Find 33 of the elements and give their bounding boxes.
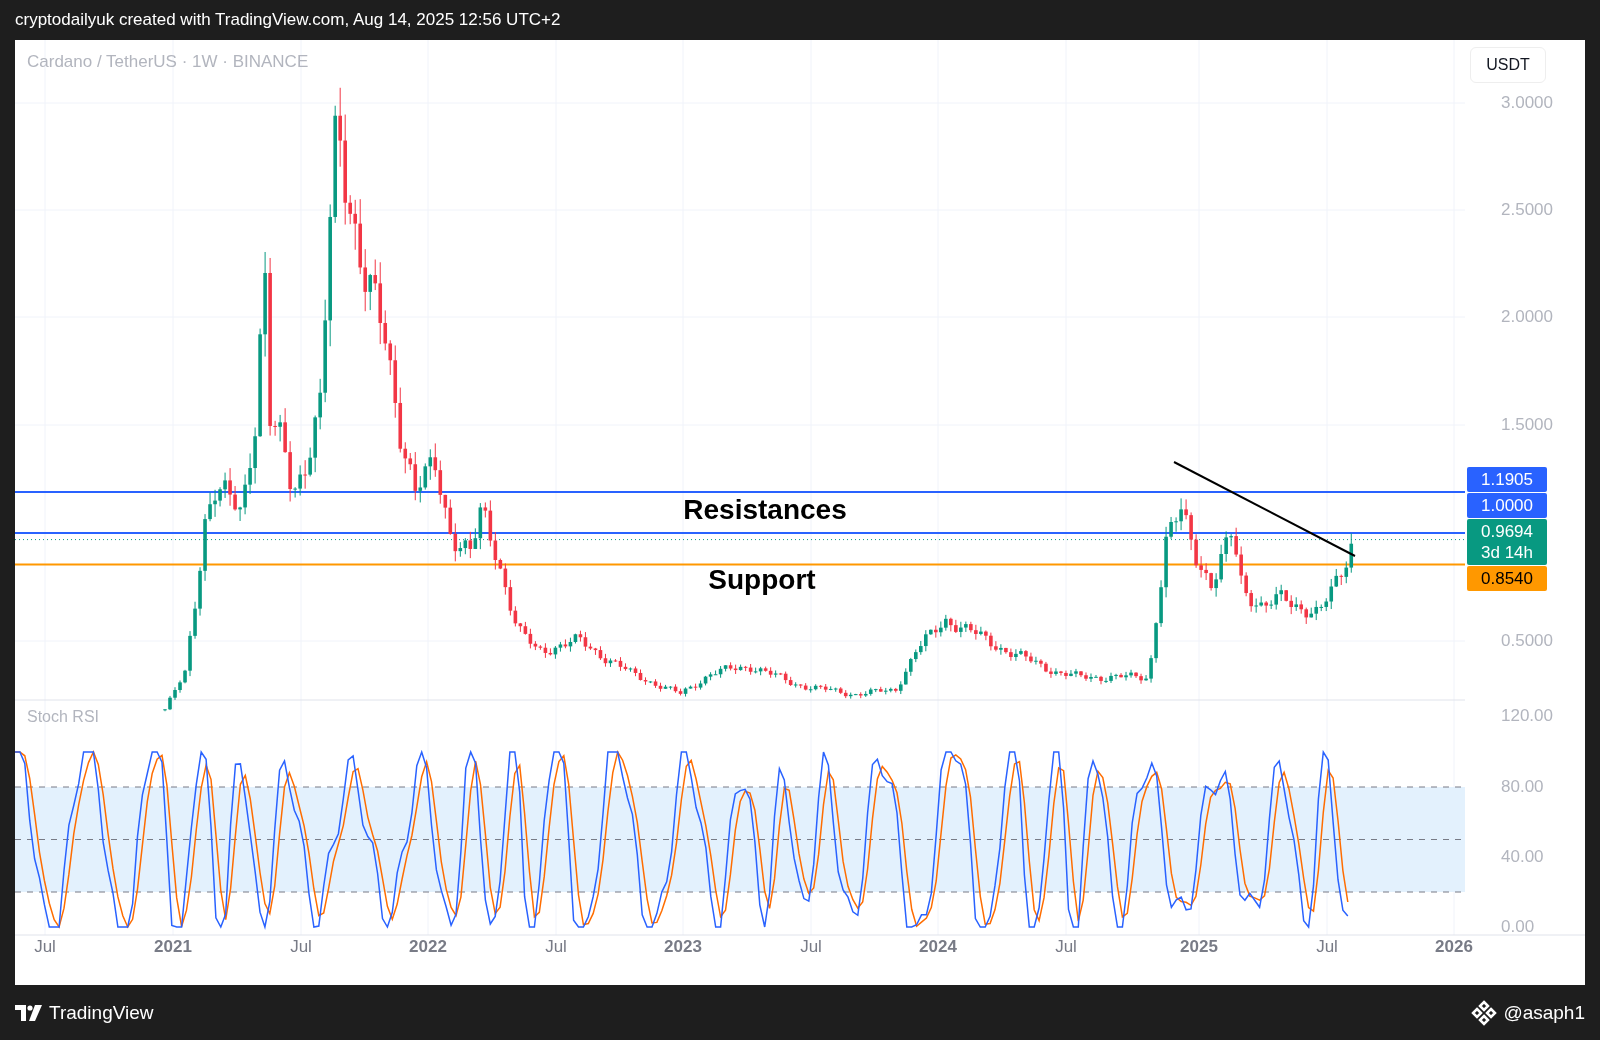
indicator-name: Stoch RSI xyxy=(27,708,100,726)
indicator-axis-label: 0.00 xyxy=(1501,917,1535,937)
header-text: cryptodailyuk created with TradingView.com, Aug 14, 2025 12:56 UTC+2 xyxy=(15,10,561,30)
symbol-legend: Cardano / TetherUS · 1W · BINANCE xyxy=(27,52,309,72)
price-label: 1.1905 xyxy=(1467,467,1547,492)
time-axis-label: Jul xyxy=(800,937,822,957)
time-axis-label: Jul xyxy=(290,937,312,957)
time-axis-label: 2022 xyxy=(409,937,447,957)
time-axis-label: 2026 xyxy=(1435,937,1473,957)
time-axis-label: Jul xyxy=(1055,937,1077,957)
brand-name: TradingView xyxy=(49,1001,154,1024)
price-label: 0.8540 xyxy=(1467,566,1547,591)
indicator-axis-label: 80.00 xyxy=(1501,777,1544,797)
currency-button[interactable]: USDT xyxy=(1470,47,1546,83)
chart-annotation: Resistances xyxy=(683,494,847,526)
price-axis-label: 2.0000 xyxy=(1501,307,1553,327)
time-axis-label: Jul xyxy=(545,937,567,957)
indicator-axis-label: 120.00 xyxy=(1501,706,1553,726)
chart-annotation: Support xyxy=(708,564,816,596)
time-axis-label: Jul xyxy=(34,937,56,957)
price-label: 0.9694 3d 14h xyxy=(1467,519,1547,565)
indicator-axis-label: 40.00 xyxy=(1501,847,1544,867)
price-axis-label: 3.0000 xyxy=(1501,93,1553,113)
price-label: 1.0000 xyxy=(1467,493,1547,518)
time-axis-label: 2025 xyxy=(1180,937,1218,957)
time-axis-label: 2024 xyxy=(919,937,957,957)
time-axis-label: Jul xyxy=(1316,937,1338,957)
time-axis-label: 2021 xyxy=(154,937,192,957)
author-name: @asaph1 xyxy=(1503,1001,1585,1024)
time-axis-label: 2023 xyxy=(664,937,702,957)
price-axis-label: 2.5000 xyxy=(1501,200,1553,220)
price-axis-label: 1.5000 xyxy=(1501,415,1553,435)
price-axis-label: 0.5000 xyxy=(1501,631,1553,651)
